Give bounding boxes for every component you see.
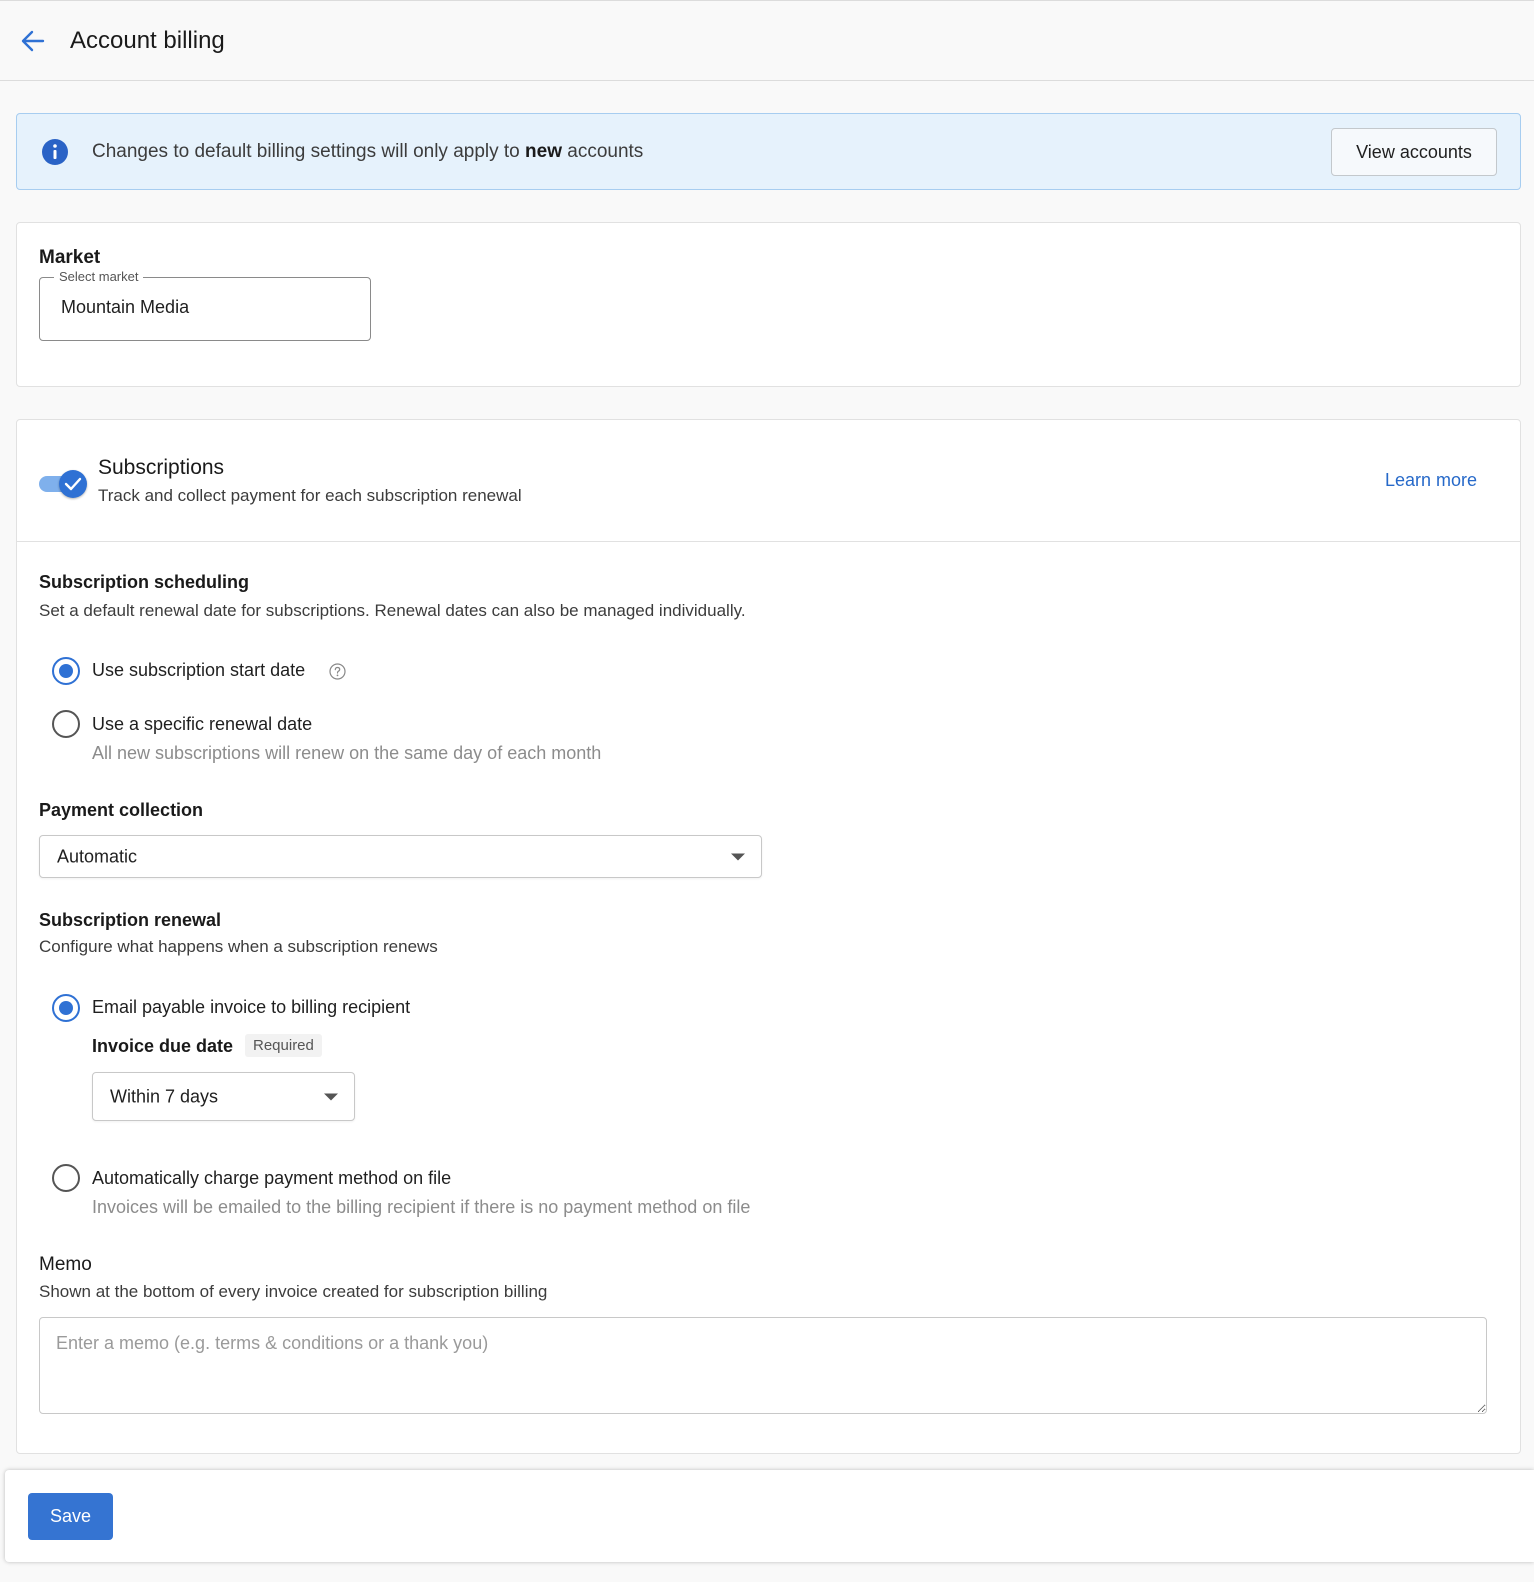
radio-sublabel-auto-charge: Invoices will be emailed to the billing … — [92, 1197, 751, 1217]
payment-collection-title: Payment collection — [39, 800, 204, 820]
invoice-due-date-select[interactable]: Within 7 days — [92, 1072, 355, 1121]
required-badge: Required — [245, 1034, 322, 1057]
subscriptions-card: Subscriptions Track and collect payment … — [16, 419, 1521, 1454]
subscriptions-description: Track and collect payment for each subsc… — [98, 486, 522, 505]
scheduling-description: Set a default renewal date for subscript… — [39, 601, 746, 620]
toggle-thumb — [59, 470, 87, 498]
subscriptions-title: Subscriptions — [98, 456, 225, 479]
invoice-due-date-label: Invoice due date — [92, 1036, 234, 1056]
check-icon — [64, 477, 82, 491]
radio-auto-charge[interactable] — [52, 1164, 80, 1192]
radio-label-auto-charge: Automatically charge payment method on f… — [92, 1168, 452, 1188]
payment-collection-value: Automatic — [57, 846, 138, 866]
scheduling-title: Subscription scheduling — [39, 572, 250, 592]
page-title: Account billing — [70, 27, 225, 54]
view-accounts-button[interactable]: View accounts — [1331, 128, 1497, 176]
radio-specific-renewal-date[interactable] — [52, 710, 80, 738]
subscriptions-header: Subscriptions Track and collect payment … — [17, 420, 1520, 542]
market-value: Mountain Media — [61, 297, 190, 317]
learn-more-link[interactable]: Learn more — [1385, 470, 1477, 491]
radio-email-invoice[interactable] — [52, 994, 80, 1022]
back-arrow-icon[interactable] — [20, 28, 46, 54]
radio-label-start-date: Use subscription start date — [92, 660, 306, 680]
info-banner: Changes to default billing settings will… — [16, 113, 1521, 190]
caret-down-icon — [324, 1093, 338, 1100]
payment-collection-select[interactable]: Automatic — [39, 835, 762, 878]
save-button[interactable]: Save — [28, 1493, 113, 1540]
market-label: Market — [39, 247, 101, 268]
market-card: Market Select market Mountain Media — [16, 222, 1521, 387]
renewal-title: Subscription renewal — [39, 910, 222, 930]
help-icon[interactable] — [329, 663, 346, 680]
memo-description: Shown at the bottom of every invoice cre… — [39, 1282, 548, 1301]
memo-title: Memo — [39, 1254, 92, 1275]
market-field-legend: Select market — [54, 269, 144, 284]
invoice-due-date-value: Within 7 days — [110, 1086, 219, 1106]
radio-sublabel-specific-date: All new subscriptions will renew on the … — [92, 743, 602, 763]
memo-textarea[interactable] — [39, 1317, 1487, 1414]
top-bar: Account billing — [0, 0, 1534, 81]
market-select[interactable]: Select market Mountain Media — [39, 269, 371, 341]
info-icon — [42, 139, 68, 165]
radio-subscription-start-date[interactable] — [52, 657, 80, 685]
renewal-description: Configure what happens when a subscripti… — [39, 937, 438, 956]
footer-bar: Save — [5, 1470, 1534, 1562]
radio-label-email-invoice: Email payable invoice to billing recipie… — [92, 997, 411, 1017]
caret-down-icon — [731, 853, 745, 860]
subscriptions-toggle[interactable] — [39, 470, 87, 498]
radio-label-specific-date: Use a specific renewal date — [92, 714, 313, 734]
banner-message: Changes to default billing settings will… — [92, 141, 644, 162]
